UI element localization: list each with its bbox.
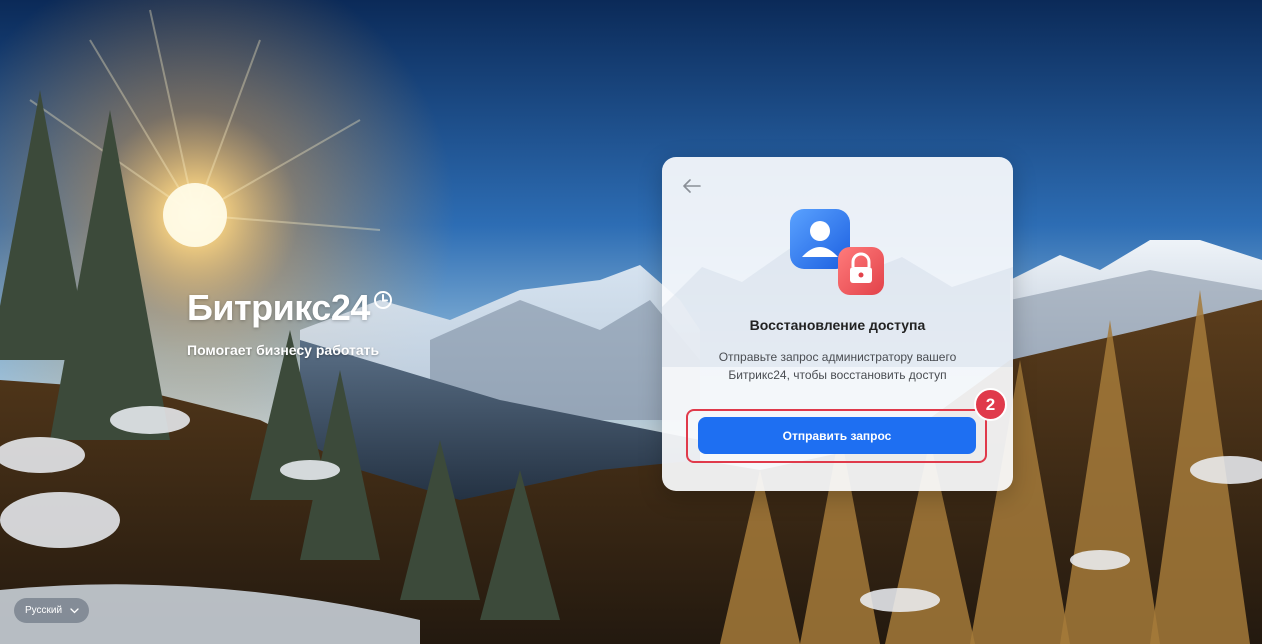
brand-tagline: Помогает бизнесу работать bbox=[187, 342, 380, 358]
brand-block: Битрикс24 Помогает бизнесу работать bbox=[187, 288, 393, 358]
brand-logo: Битрикс24 bbox=[187, 287, 370, 328]
arrow-left-icon bbox=[683, 179, 701, 193]
back-button[interactable] bbox=[680, 174, 704, 198]
language-label: Русский bbox=[25, 605, 63, 616]
step-number-badge: 2 bbox=[974, 388, 1007, 421]
card-title: Восстановление доступа bbox=[749, 317, 926, 333]
chevron-down-icon bbox=[70, 607, 79, 613]
clock-icon bbox=[373, 291, 392, 309]
send-request-button[interactable]: Отправить запрос bbox=[698, 417, 976, 454]
language-selector[interactable]: Русский bbox=[14, 598, 90, 623]
user-lock-icon bbox=[790, 209, 884, 295]
card-description: Отправьте запрос администратору вашего Б… bbox=[718, 350, 957, 382]
